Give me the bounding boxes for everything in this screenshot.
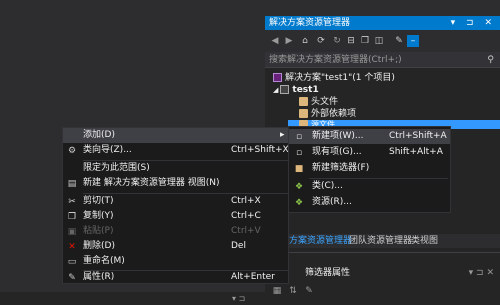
submenu-item-resource[interactable]: ❖ 资源(R)... bbox=[289, 195, 450, 210]
copy-icon: ❐ bbox=[67, 212, 77, 222]
alphabetical-icon[interactable]: ⇅ bbox=[287, 285, 299, 297]
new-filter-icon: ■ bbox=[294, 164, 304, 174]
expand-arrow-icon[interactable]: ◢ bbox=[273, 86, 278, 94]
categorized-icon[interactable]: ▦ bbox=[271, 285, 283, 297]
refresh-icon[interactable]: ↻ bbox=[331, 35, 343, 47]
tree-item-project[interactable]: ◢ test1 bbox=[273, 84, 319, 96]
search-icon[interactable]: ⚲ bbox=[487, 52, 494, 68]
new-item-icon: ▫ bbox=[295, 132, 303, 142]
collapse-icon[interactable]: ⊟ bbox=[345, 35, 357, 47]
project-icon bbox=[280, 85, 290, 94]
menu-item-class-wizard[interactable]: ⚙ 类向导(Z)... Ctrl+Shift+X bbox=[63, 143, 290, 158]
menu-item-add[interactable]: 添加(D) ▸ bbox=[63, 128, 290, 143]
solution-icon bbox=[273, 73, 282, 82]
properties-icon: ✎ bbox=[68, 273, 76, 283]
cut-icon: ✂ bbox=[68, 197, 76, 207]
folder-icon bbox=[299, 97, 308, 106]
forward-icon[interactable]: ▶ bbox=[283, 35, 295, 47]
pin-icon[interactable]: – bbox=[407, 35, 419, 47]
tree-item-solution[interactable]: 解决方案"test1"(1 个项目) bbox=[273, 72, 395, 84]
solution-explorer-tabs: 方案资源管理器 团队资源管理器 类视图 bbox=[265, 234, 500, 248]
folder-icon bbox=[299, 109, 308, 118]
search-placeholder: 搜索解决方案资源管理器(Ctrl+;) bbox=[269, 55, 402, 65]
bottom-panel-strip bbox=[0, 292, 265, 305]
home-icon[interactable]: ⌂ bbox=[299, 35, 311, 47]
properties-toolbar: ▦ ⇅ ✎ bbox=[265, 284, 500, 298]
add-submenu: ▫ 新建项(W)... Ctrl+Shift+A ▫ 现有项(G)... Shi… bbox=[288, 126, 451, 213]
context-menu: 添加(D) ▸ ⚙ 类向导(Z)... Ctrl+Shift+X 限定为此范围(… bbox=[62, 127, 290, 285]
properties-title: 筛选器属性 bbox=[305, 268, 351, 278]
properties-title-bar: 筛选器属性 ▾ ⊐ ✕ bbox=[265, 266, 500, 280]
property-pages-icon[interactable]: ✎ bbox=[303, 285, 315, 297]
tab-class-view[interactable]: 类视图 bbox=[411, 235, 438, 247]
tab-team-explorer[interactable]: 团队资源管理器 bbox=[349, 235, 412, 247]
menu-item-properties[interactable]: ✎ 属性(R) Alt+Enter bbox=[63, 270, 290, 285]
tree-item-external-deps[interactable]: 外部依赖项 bbox=[299, 108, 356, 120]
class-icon: ❖ bbox=[294, 182, 304, 192]
menu-item-copy[interactable]: ❐ 复制(Y) Ctrl+C bbox=[63, 209, 290, 224]
back-icon[interactable]: ◀ bbox=[269, 35, 281, 47]
submenu-arrow-icon: ▸ bbox=[280, 130, 285, 140]
solution-explorer-title-bar: 解决方案资源管理器 ▾ ⊐ ✕ bbox=[265, 16, 500, 30]
menu-item-scope-to-this[interactable]: 限定为此范围(S) bbox=[63, 161, 290, 176]
preview-icon[interactable]: ◫ bbox=[373, 35, 385, 47]
properties-header bbox=[265, 252, 500, 253]
show-all-files-icon[interactable]: ❐ bbox=[359, 35, 371, 47]
solution-explorer-title: 解决方案资源管理器 bbox=[269, 18, 351, 28]
tree-item-header-files[interactable]: 头文件 bbox=[299, 96, 338, 108]
existing-item-icon: ▫ bbox=[295, 148, 303, 158]
delete-icon: ✕ bbox=[68, 242, 76, 252]
menu-item-paste[interactable]: ▣ 粘贴(P) Ctrl+V bbox=[63, 224, 290, 239]
submenu-item-new-item[interactable]: ▫ 新建项(W)... Ctrl+Shift+A bbox=[289, 129, 450, 144]
paste-icon: ▣ bbox=[67, 227, 77, 237]
bottom-pin-icon[interactable]: ▾ ⊐ bbox=[232, 294, 245, 303]
tab-solution-explorer[interactable]: 方案资源管理器 bbox=[289, 235, 352, 247]
title-controls[interactable]: ▾ ⊐ ✕ bbox=[451, 16, 496, 30]
solution-explorer-search[interactable]: 搜索解决方案资源管理器(Ctrl+;) ⚲ bbox=[265, 52, 500, 68]
submenu-item-new-filter[interactable]: ■ 新建筛选器(F) bbox=[289, 161, 450, 176]
sync-icon[interactable]: ⟳ bbox=[315, 35, 327, 47]
properties-wrench-icon[interactable]: ✎ bbox=[393, 35, 405, 47]
resource-icon: ❖ bbox=[294, 198, 304, 208]
properties-controls[interactable]: ▾ ⊐ ✕ bbox=[469, 266, 494, 280]
submenu-item-existing-item[interactable]: ▫ 现有项(G)... Shift+Alt+A bbox=[289, 145, 450, 160]
rename-icon: ▭ bbox=[67, 257, 77, 267]
new-view-icon: ▤ bbox=[67, 179, 77, 189]
submenu-item-class[interactable]: ❖ 类(C)... bbox=[289, 179, 450, 194]
menu-item-rename[interactable]: ▭ 重命名(M) bbox=[63, 254, 290, 269]
menu-item-delete[interactable]: ✕ 删除(D) Del bbox=[63, 239, 290, 254]
menu-item-cut[interactable]: ✂ 剪切(T) Ctrl+X bbox=[63, 194, 290, 209]
class-wizard-icon: ⚙ bbox=[67, 146, 77, 156]
solution-explorer-toolbar: ◀ ▶ ⌂ ⟳ ↻ ⊟ ❐ ◫ ✎ – bbox=[265, 30, 500, 52]
menu-item-new-view[interactable]: ▤ 新建 解决方案资源管理器 视图(N) bbox=[63, 176, 290, 191]
